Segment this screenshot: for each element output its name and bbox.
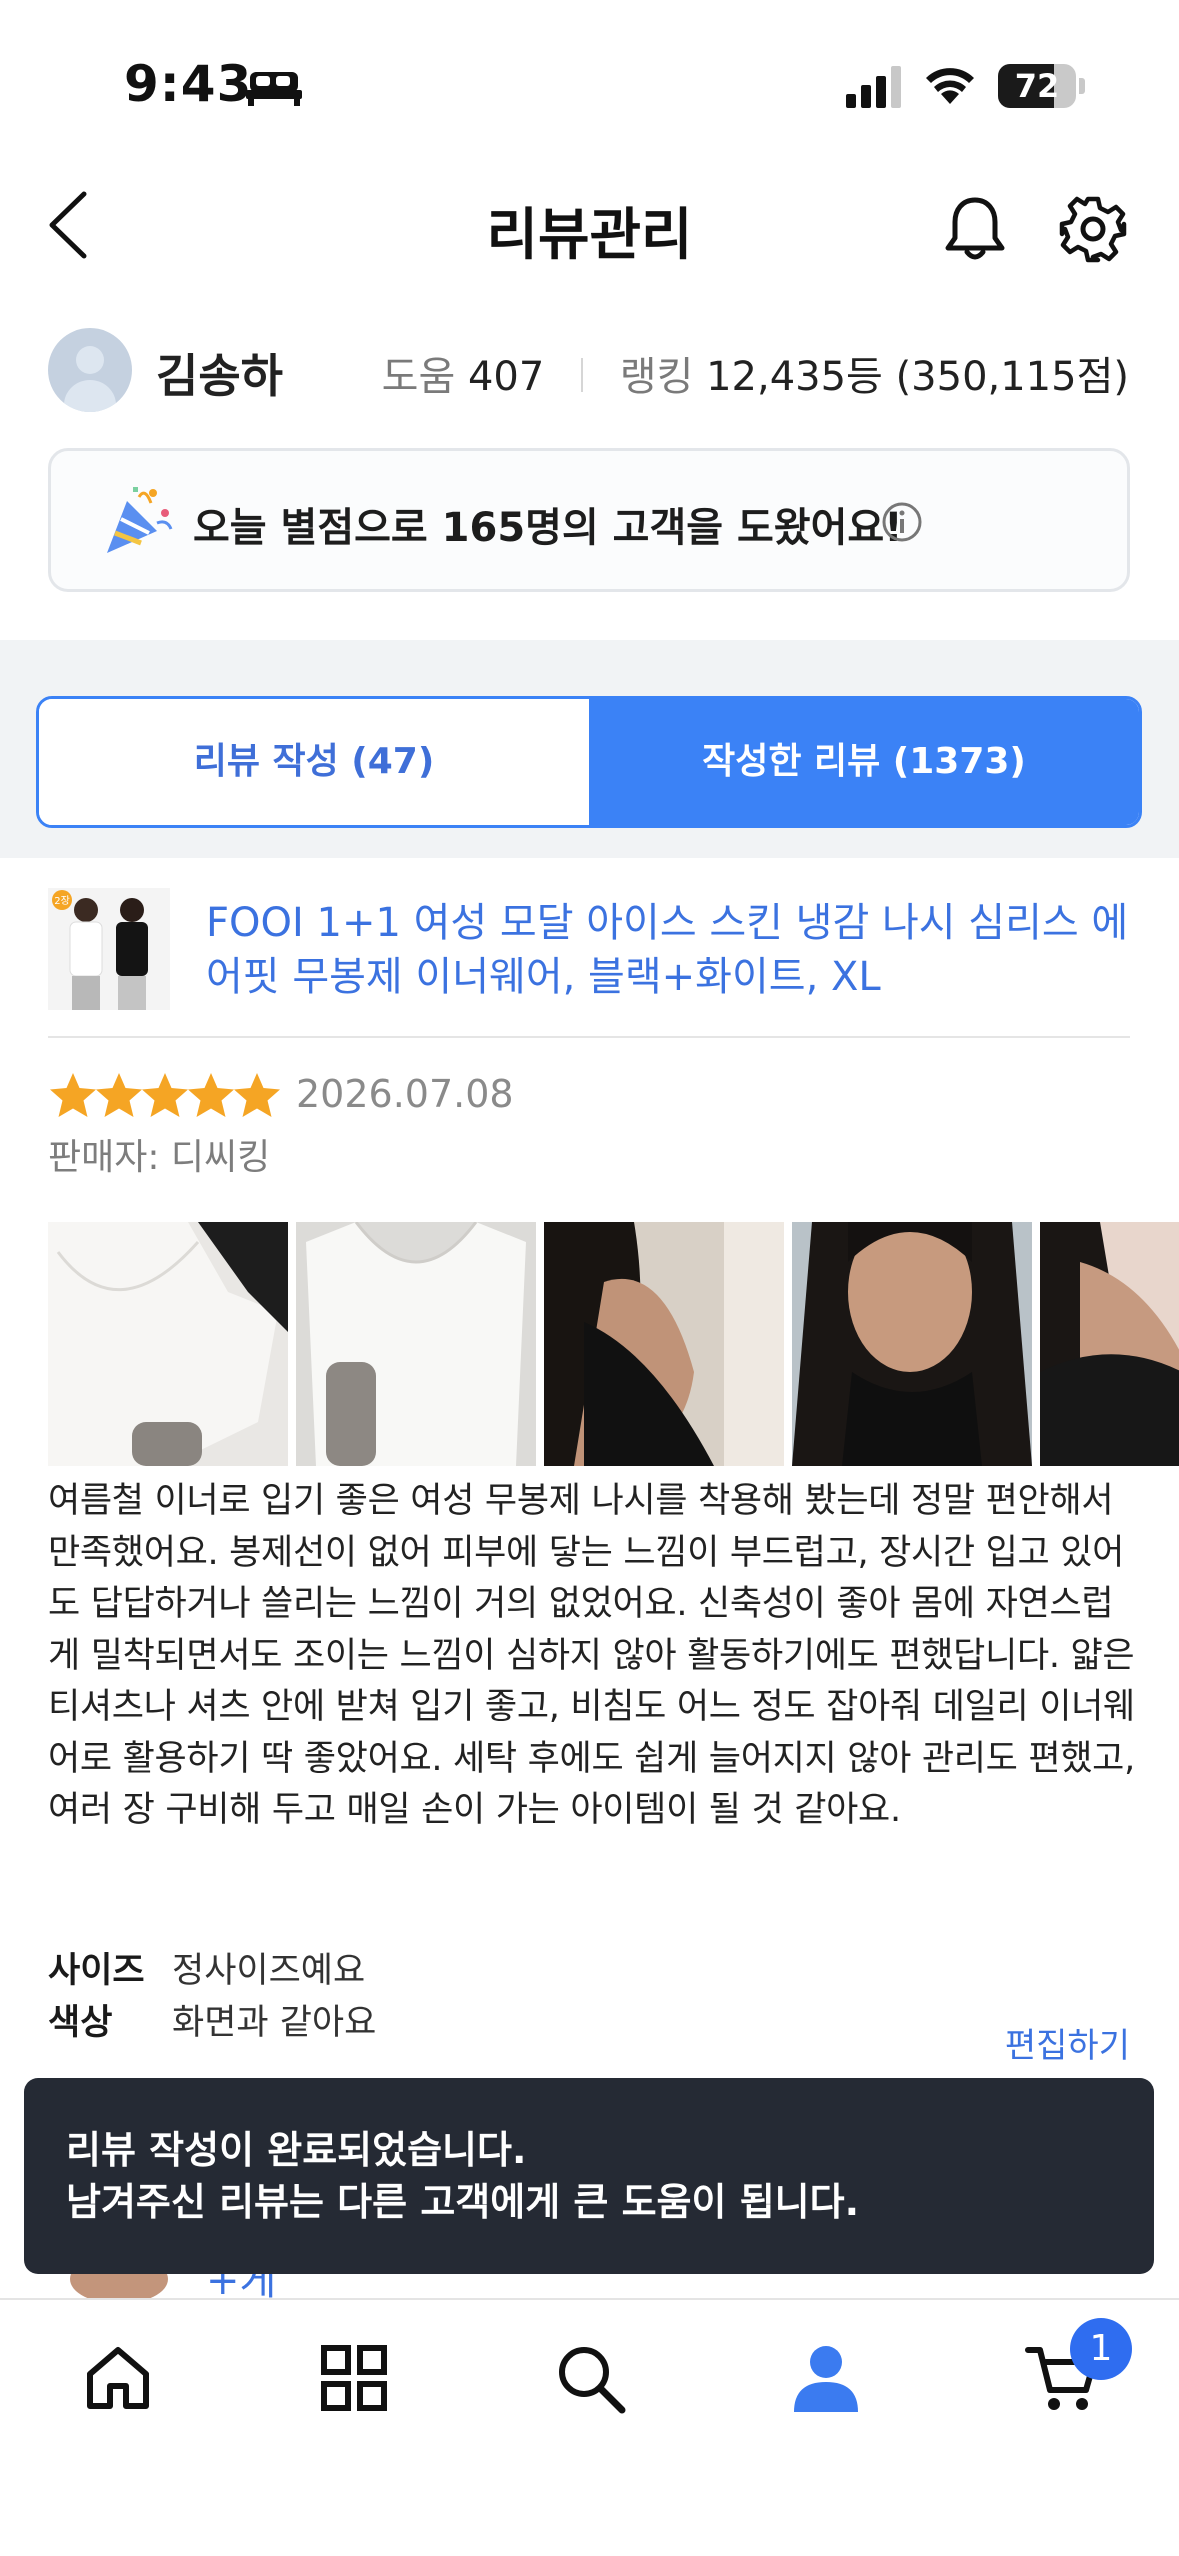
detail-size: 사이즈 정사이즈예요 bbox=[48, 1942, 365, 1993]
toast-line-2: 남겨주신 리뷰는 다른 고객에게 큰 도움이 됩니다. bbox=[66, 2180, 860, 2224]
avatar[interactable] bbox=[48, 328, 132, 412]
review-photo-2[interactable] bbox=[296, 1222, 536, 1466]
tab-write-review[interactable]: 리뷰 작성 (47) bbox=[39, 699, 589, 825]
review-date: 2026.07.08 bbox=[296, 1072, 514, 1116]
cart-count-badge: 1 bbox=[1070, 2318, 1132, 2380]
product-image: 2장 bbox=[48, 888, 170, 1010]
grid-icon[interactable] bbox=[316, 2340, 392, 2416]
help-count-label: 도움 bbox=[381, 354, 456, 400]
star-icon bbox=[142, 1073, 188, 1117]
review-tabs-section: 리뷰 작성 (47) 작성한 리뷰 (1373) bbox=[0, 640, 1179, 858]
review-photo-1[interactable] bbox=[48, 1222, 288, 1466]
star-icon bbox=[50, 1073, 96, 1117]
help-banner: 오늘 별점으로 165명의 고객을 도왔어요! bbox=[48, 448, 1130, 592]
bottom-nav: 1 bbox=[0, 2298, 1179, 2556]
divider bbox=[48, 1036, 1130, 1038]
review-photos[interactable] bbox=[48, 1222, 1179, 1466]
star-icon bbox=[234, 1073, 280, 1117]
status-time: 9:43 bbox=[124, 55, 253, 113]
product-title[interactable]: FOOI 1+1 여성 모달 아이스 스킨 냉감 나시 심리스 에어핏 무봉제 … bbox=[206, 896, 1136, 1004]
review-photo-5[interactable] bbox=[1040, 1222, 1179, 1466]
home-icon[interactable] bbox=[80, 2340, 156, 2416]
user-icon[interactable] bbox=[788, 2340, 864, 2416]
ranking-label: 랭킹 bbox=[619, 354, 694, 400]
product-badge: 2장 bbox=[54, 895, 70, 907]
banner-text: 오늘 별점으로 165명의 고객을 도왔어요! bbox=[193, 505, 903, 551]
detail-color: 색상 화면과 같아요 bbox=[48, 1994, 376, 2045]
gear-icon[interactable] bbox=[1058, 194, 1128, 264]
bell-icon[interactable] bbox=[940, 194, 1010, 264]
battery-indicator: 72 bbox=[998, 64, 1076, 108]
detail-size-label: 사이즈 bbox=[48, 1951, 145, 1991]
ranking-value: 12,435등 (350,115점) bbox=[706, 354, 1129, 400]
review-photo-3[interactable] bbox=[544, 1222, 784, 1466]
search-icon[interactable] bbox=[552, 2340, 628, 2416]
sleep-bed-icon bbox=[246, 72, 302, 106]
toast-line-1: 리뷰 작성이 완료되었습니다. bbox=[66, 2128, 527, 2172]
profile-stats: 도움 407 랭킹 12,435등 (350,115점) bbox=[382, 344, 1129, 402]
header: 리뷰관리 bbox=[0, 160, 1179, 290]
product-thumbnail[interactable]: 2장 bbox=[48, 888, 170, 1010]
review-tabs: 리뷰 작성 (47) 작성한 리뷰 (1373) bbox=[36, 696, 1142, 828]
star-icon bbox=[188, 1073, 234, 1117]
help-count-value: 407 bbox=[467, 354, 545, 400]
star-rating bbox=[48, 1070, 280, 1120]
tab-written-reviews[interactable]: 작성한 리뷰 (1373) bbox=[589, 699, 1139, 825]
seller-name: 판매자: 디씨킹 bbox=[48, 1137, 271, 1178]
detail-size-value: 정사이즈예요 bbox=[172, 1951, 366, 1991]
party-popper-icon bbox=[107, 487, 173, 553]
stats-divider bbox=[581, 358, 584, 392]
info-icon[interactable] bbox=[881, 501, 923, 543]
user-name: 김송하 bbox=[156, 349, 283, 403]
edit-review-link[interactable]: 편집하기 bbox=[1005, 2018, 1130, 2067]
review-text: 여름철 이너로 입기 좋은 여성 무봉제 나시를 착용해 봤는데 정말 편안해서… bbox=[48, 1481, 1135, 1830]
wifi-icon bbox=[926, 68, 974, 104]
profile-summary: 김송하 도움 407 랭킹 12,435등 (350,115점) bbox=[0, 320, 1179, 420]
detail-color-label: 색상 bbox=[48, 2003, 113, 2043]
toast-message: 리뷰 작성이 완료되었습니다. 남겨주신 리뷰는 다른 고객에게 큰 도움이 됩… bbox=[24, 2078, 1154, 2274]
cellular-signal-icon bbox=[846, 66, 901, 108]
star-icon bbox=[96, 1073, 142, 1117]
status-bar: 9:43 72 bbox=[0, 0, 1179, 150]
battery-percent: 72 bbox=[1014, 67, 1060, 105]
battery-cap bbox=[1079, 78, 1085, 94]
detail-color-value: 화면과 같아요 bbox=[172, 2003, 377, 2043]
review-photo-4[interactable] bbox=[792, 1222, 1032, 1466]
